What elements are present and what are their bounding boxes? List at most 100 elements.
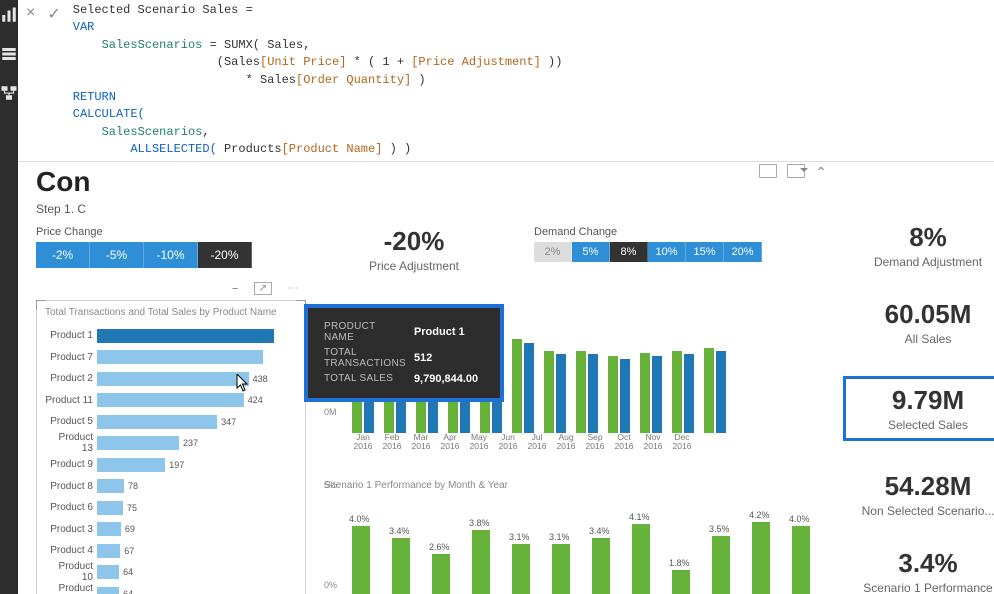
column-bar	[512, 339, 522, 432]
column-group[interactable]: 4.0%	[352, 526, 370, 594]
bot-chart-title: Scenario 1 Performance by Month & Year	[324, 480, 825, 492]
column-group[interactable]: 3.1%	[552, 544, 570, 594]
hchart-row-label: Product 8	[45, 481, 97, 492]
column-group[interactable]: 4.2%	[752, 522, 770, 594]
price-slicer-option[interactable]: -10%	[144, 242, 198, 268]
column-group[interactable]: 1.8%	[672, 570, 690, 594]
demand-slicer-option[interactable]: 2%	[534, 242, 572, 262]
datapoint-tooltip: PRODUCT NAMEProduct 1TOTAL TRANSACTIONS5…	[304, 304, 504, 402]
hchart-bar	[97, 501, 123, 515]
column-bar	[684, 354, 694, 432]
tooltip-key: TOTAL SALES	[324, 372, 412, 386]
hchart-row[interactable]: Product 1464	[45, 584, 297, 594]
demand-slicer-option[interactable]: 10%	[648, 242, 686, 262]
scenario-perf-value: 3.4%	[843, 548, 994, 579]
column-group[interactable]	[512, 339, 534, 432]
selected-sales-label: Selected Sales	[850, 418, 994, 432]
column-bar	[712, 536, 730, 594]
chart-export-icon[interactable]: ↗	[254, 282, 272, 295]
price-slicer-option[interactable]: -5%	[90, 242, 144, 268]
x-tick-label: Jul 2016	[526, 433, 548, 452]
column-group[interactable]: 3.1%	[512, 544, 530, 594]
tooltip-value: 9,790,844.00	[414, 372, 484, 386]
column-bar	[716, 351, 726, 433]
hchart-row[interactable]: Product 675	[45, 498, 297, 518]
hchart-row[interactable]: Product 13237	[45, 433, 297, 453]
selected-sales-value: 9.79M	[850, 385, 994, 416]
column-group[interactable]	[704, 348, 726, 433]
price-slicer-option[interactable]: -20%	[198, 242, 252, 268]
x-tick-label: Feb 2016	[381, 433, 403, 452]
column-group[interactable]: 4.1%	[632, 524, 650, 594]
step-label: Step 1. C	[36, 202, 994, 216]
x-tick-label: Nov 2016	[642, 433, 664, 452]
column-group[interactable]: 2.6%	[432, 554, 450, 594]
hchart-value-label: 78	[128, 479, 138, 493]
data-label: 4.2%	[749, 510, 770, 520]
column-group[interactable]	[608, 356, 630, 433]
visual-collapse-icon[interactable]: ⌃	[815, 164, 827, 181]
hchart-row[interactable]: Product 1	[45, 326, 297, 346]
hchart-bar	[97, 372, 249, 386]
data-view-icon[interactable]	[0, 45, 18, 66]
price-slicer-option[interactable]: -2%	[36, 242, 90, 268]
hchart-row[interactable]: Product 8 78	[45, 476, 297, 496]
hchart-row-label: Product 14	[45, 583, 97, 594]
column-group[interactable]	[672, 351, 694, 433]
x-tick-label: Sep 2016	[584, 433, 606, 452]
focus-mode-icon[interactable]	[759, 164, 777, 178]
transactions-bar-chart[interactable]: Total Transactions and Total Sales by Pr…	[36, 300, 306, 594]
hchart-row[interactable]: Product 11424	[45, 390, 297, 410]
column-group[interactable]	[640, 353, 662, 433]
data-label: 3.4%	[589, 526, 610, 536]
visual-menu-icon[interactable]	[787, 164, 805, 178]
hchart-row[interactable]: Product 369	[45, 519, 297, 539]
demand-slicer-option[interactable]: 20%	[724, 242, 762, 262]
column-bar	[392, 538, 410, 594]
column-group[interactable]: 3.4%	[592, 538, 610, 594]
column-bar	[544, 351, 554, 433]
x-tick-label: Aug 2016	[555, 433, 577, 452]
column-bar	[620, 359, 630, 432]
hchart-row[interactable]: Product 467	[45, 541, 297, 561]
chart-more-icon[interactable]: ⋯	[288, 283, 298, 294]
model-view-icon[interactable]	[0, 84, 18, 105]
hchart-bar	[97, 415, 217, 429]
column-bar	[652, 356, 662, 433]
column-bar	[592, 538, 610, 594]
column-bar	[524, 343, 534, 433]
column-group[interactable]: 3.8%	[472, 530, 490, 594]
non-selected-label: Non Selected Scenario...	[843, 504, 994, 518]
tooltip-key: PRODUCT NAME	[324, 320, 412, 344]
scenario-performance-column-chart[interactable]: Scenario 1 Performance by Month & Year 5…	[324, 480, 825, 594]
column-group[interactable]: 3.4%	[392, 538, 410, 594]
mouse-cursor-icon	[236, 374, 250, 395]
hchart-row[interactable]: Product 2438	[45, 369, 297, 389]
hchart-bar	[97, 350, 263, 364]
formula-bar[interactable]: × ✓ Selected Scenario Sales = VAR SalesS…	[18, 0, 994, 162]
data-label: 3.1%	[509, 532, 530, 542]
demand-slicer-option[interactable]: 8%	[610, 242, 648, 262]
hchart-row[interactable]: Product 5347	[45, 412, 297, 432]
column-group[interactable]	[576, 351, 598, 433]
column-group[interactable]	[544, 351, 566, 433]
demand-slicer-option[interactable]: 15%	[686, 242, 724, 262]
column-group[interactable]: 3.5%	[712, 536, 730, 594]
demand-slicer-label: Demand Change	[534, 226, 825, 238]
column-group[interactable]: 4.0%	[792, 526, 810, 594]
formula-text[interactable]: Selected Scenario Sales = VAR SalesScena…	[69, 0, 994, 161]
formula-cancel-icon[interactable]: ×	[26, 4, 35, 24]
column-bar	[608, 356, 618, 433]
demand-slicer-option[interactable]: 5%	[572, 242, 610, 262]
hchart-title: Total Transactions and Total Sales by Pr…	[45, 307, 297, 318]
x-tick-label: Oct 2016	[613, 433, 635, 452]
report-view-icon[interactable]	[0, 6, 18, 27]
chart-filter-icon[interactable]: ⎯	[233, 283, 238, 294]
bot-chart-ytick-bot: 0%	[324, 580, 337, 590]
bot-chart-ytick-top: 5%	[324, 480, 337, 490]
hchart-row[interactable]: Product 9197	[45, 455, 297, 475]
hchart-bar	[97, 393, 244, 407]
formula-commit-icon[interactable]: ✓	[47, 4, 60, 24]
hchart-row[interactable]: Product 7	[45, 347, 297, 367]
hchart-row[interactable]: Product 1064	[45, 562, 297, 582]
